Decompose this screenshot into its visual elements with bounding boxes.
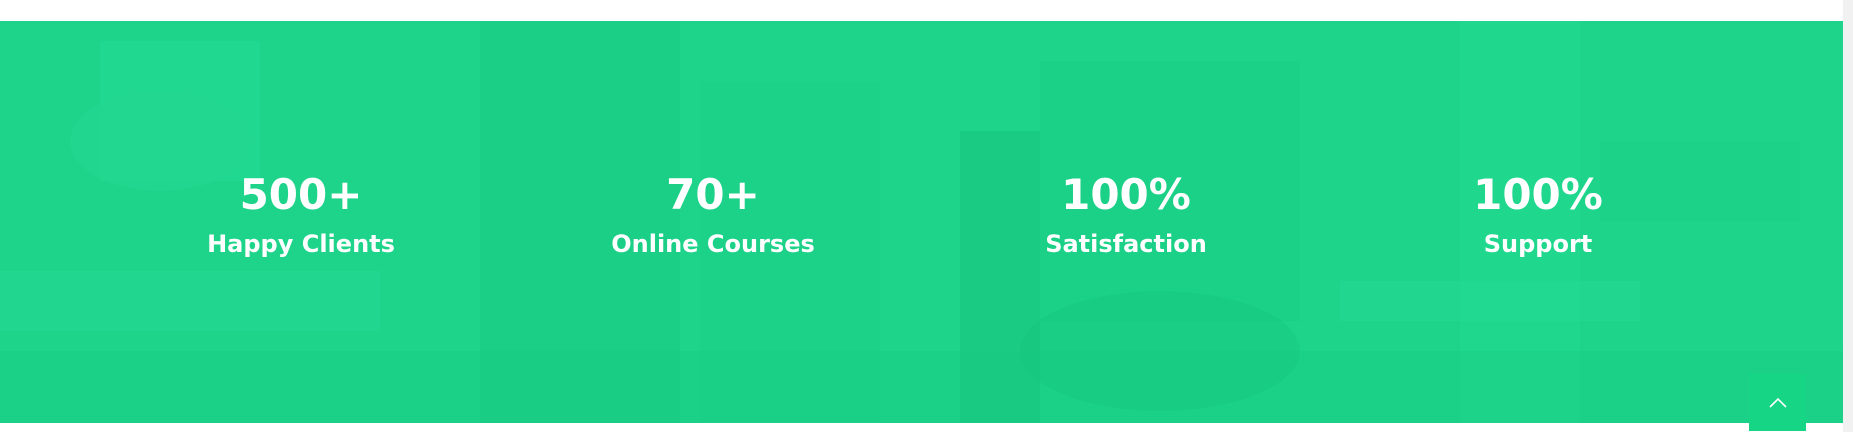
stat-label: Support (1483, 230, 1593, 258)
stat-number: 500+ (239, 170, 363, 219)
stats-row: 500+ Happy Clients 70+ Online Courses 10… (0, 21, 1843, 423)
page: 500+ Happy Clients 70+ Online Courses 10… (0, 0, 1853, 432)
page-scrollbar[interactable] (1843, 0, 1853, 432)
chevron-up-icon (1768, 397, 1787, 408)
stat-number: 70+ (666, 170, 760, 219)
stat-label: Online Courses (611, 230, 815, 258)
stat-label: Satisfaction (1045, 230, 1207, 258)
stat-number: 100% (1061, 170, 1191, 219)
stat-online-courses: 70+ Online Courses (553, 169, 873, 259)
back-to-top-button[interactable] (1749, 374, 1806, 431)
stat-support: 100% Support (1378, 169, 1698, 259)
stat-label: Happy Clients (207, 230, 395, 258)
stats-section: 500+ Happy Clients 70+ Online Courses 10… (0, 21, 1843, 423)
stat-happy-clients: 500+ Happy Clients (141, 169, 461, 259)
stat-satisfaction: 100% Satisfaction (966, 169, 1286, 259)
stat-number: 100% (1473, 170, 1603, 219)
